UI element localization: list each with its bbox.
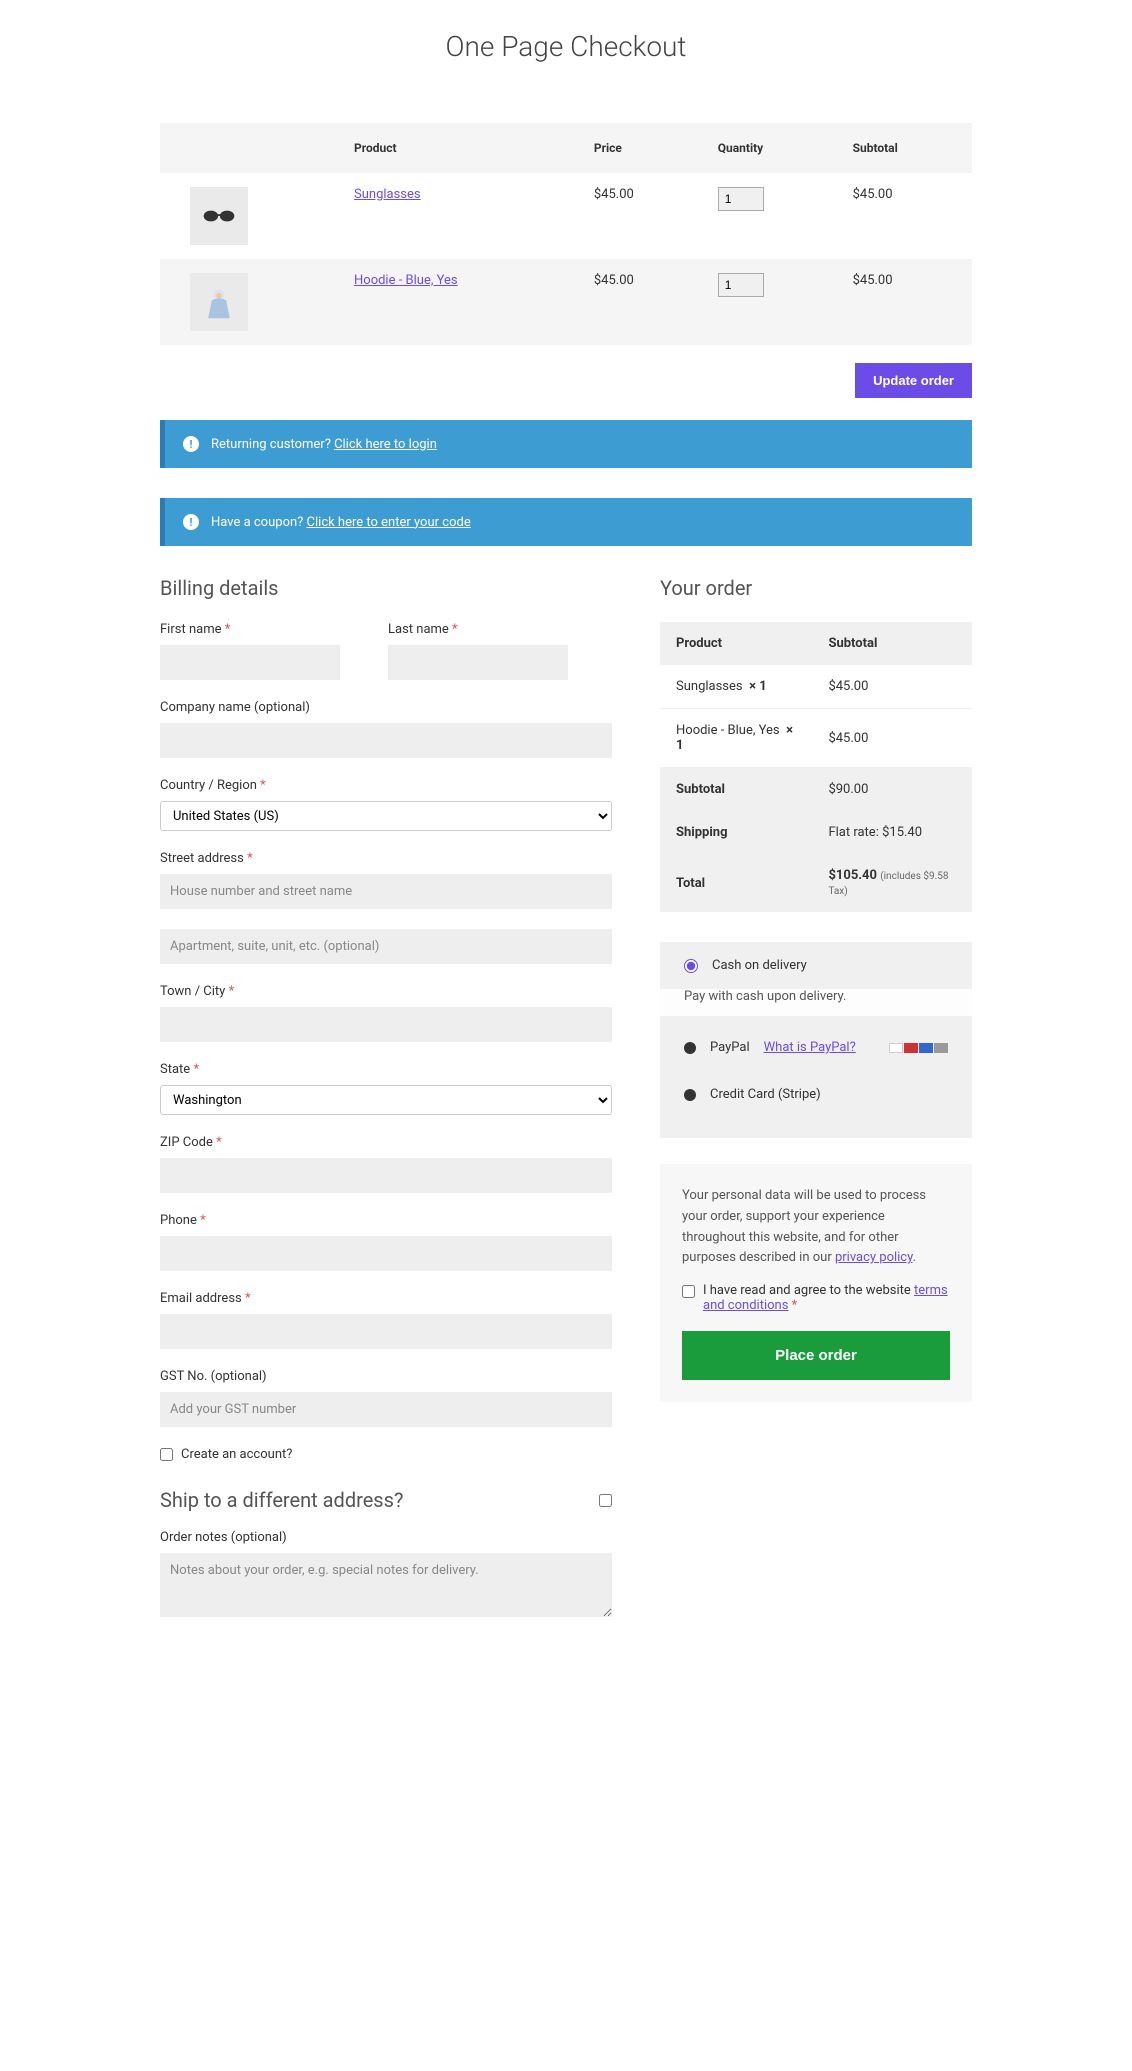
phone-label: Phone * <box>160 1213 612 1228</box>
payment-card-icons <box>889 1043 948 1053</box>
info-icon: ! <box>183 436 199 452</box>
product-thumb <box>190 273 248 331</box>
billing-heading: Billing details <box>160 576 612 600</box>
product-thumb <box>190 187 248 245</box>
order-subtotal-label: Subtotal <box>660 768 812 812</box>
order-line: Hoodie - Blue, Yes × 1 $45.00 <box>660 709 972 768</box>
order-notes-label: Order notes (optional) <box>160 1530 612 1545</box>
zip-input[interactable] <box>160 1158 612 1193</box>
product-link[interactable]: Sunglasses <box>354 187 421 202</box>
radio-dot-icon <box>684 1042 696 1054</box>
gst-input[interactable] <box>160 1392 612 1427</box>
order-total-label: Total <box>660 854 812 912</box>
cod-label: Cash on delivery <box>712 958 807 973</box>
first-name-label: First name * <box>160 622 340 637</box>
cod-description: Pay with cash upon delivery. <box>660 989 972 1016</box>
order-col-subtotal: Subtotal <box>812 622 972 665</box>
order-shipping-value: Flat rate: $15.40 <box>812 811 972 854</box>
hoodie-icon <box>201 284 237 320</box>
place-order-button[interactable]: Place order <box>682 1331 950 1380</box>
privacy-box: Your personal data will be used to proce… <box>660 1164 972 1402</box>
cod-radio[interactable] <box>684 959 698 973</box>
state-label: State * <box>160 1062 612 1077</box>
company-label: Company name (optional) <box>160 700 612 715</box>
returning-customer-notice: ! Returning customer? Click here to logi… <box>160 420 972 468</box>
zip-label: ZIP Code * <box>160 1135 612 1150</box>
product-subtotal: $45.00 <box>839 173 972 259</box>
product-price: $45.00 <box>580 173 704 259</box>
gst-label: GST No. (optional) <box>160 1369 612 1384</box>
phone-input[interactable] <box>160 1236 612 1271</box>
sunglasses-icon <box>201 198 237 234</box>
cart-col-product: Product <box>340 123 580 173</box>
cart-row: Sunglasses $45.00 $45.00 <box>160 173 972 259</box>
cart-col-subtotal: Subtotal <box>839 123 972 173</box>
pay-option-cod[interactable]: Cash on delivery <box>660 942 972 989</box>
terms-label: I have read and agree to the website ter… <box>703 1283 950 1313</box>
login-link[interactable]: Click here to login <box>334 437 437 452</box>
street-input[interactable] <box>160 874 612 909</box>
page-title: One Page Checkout <box>160 30 972 63</box>
last-name-input[interactable] <box>388 645 568 680</box>
coupon-text: Have a coupon? <box>211 515 307 530</box>
radio-dot-icon <box>684 1089 696 1101</box>
product-subtotal: $45.00 <box>839 259 972 345</box>
create-account-checkbox[interactable] <box>160 1448 173 1461</box>
returning-text: Returning customer? <box>211 437 334 452</box>
ship-different-checkbox[interactable] <box>599 1494 612 1507</box>
cart-table: Product Price Quantity Subtotal Sunglass… <box>160 123 972 345</box>
email-label: Email address * <box>160 1291 612 1306</box>
product-price: $45.00 <box>580 259 704 345</box>
coupon-notice: ! Have a coupon? Click here to enter you… <box>160 498 972 546</box>
last-name-label: Last name * <box>388 622 568 637</box>
cart-col-qty: Quantity <box>704 123 839 173</box>
order-subtotal-value: $90.00 <box>812 768 972 812</box>
stripe-label: Credit Card (Stripe) <box>710 1087 821 1102</box>
cart-col-price: Price <box>580 123 704 173</box>
order-summary-table: Product Subtotal Sunglasses × 1 $45.00 H… <box>660 622 972 912</box>
create-account-label: Create an account? <box>181 1447 292 1462</box>
ship-heading: Ship to a different address? <box>160 1488 403 1512</box>
country-label: Country / Region * <box>160 778 612 793</box>
cart-col-thumb <box>160 123 340 173</box>
order-shipping-label: Shipping <box>660 811 812 854</box>
state-select[interactable]: Washington <box>160 1085 612 1115</box>
paypal-label: PayPal <box>710 1040 750 1055</box>
privacy-policy-link[interactable]: privacy policy <box>835 1250 913 1265</box>
terms-checkbox[interactable] <box>682 1285 695 1298</box>
privacy-text: Your personal data will be used to proce… <box>682 1186 950 1269</box>
company-input[interactable] <box>160 723 612 758</box>
paypal-help-link[interactable]: What is PayPal? <box>764 1040 856 1055</box>
city-label: Town / City * <box>160 984 612 999</box>
email-input[interactable] <box>160 1314 612 1349</box>
order-col-product: Product <box>660 622 812 665</box>
payment-methods: Cash on delivery Pay with cash upon deli… <box>660 942 972 1138</box>
product-link[interactable]: Hoodie - Blue, Yes <box>354 273 458 288</box>
qty-input[interactable] <box>718 273 764 297</box>
order-heading: Your order <box>660 576 972 600</box>
coupon-link[interactable]: Click here to enter your code <box>307 515 471 530</box>
pay-option-stripe[interactable]: Credit Card (Stripe) <box>660 1071 972 1118</box>
pay-option-paypal[interactable]: PayPal What is PayPal? <box>660 1024 972 1071</box>
country-select[interactable]: United States (US) <box>160 801 612 831</box>
order-notes-input[interactable] <box>160 1553 612 1617</box>
cart-row: Hoodie - Blue, Yes $45.00 $45.00 <box>160 259 972 345</box>
update-order-button[interactable]: Update order <box>855 363 972 398</box>
info-icon: ! <box>183 514 199 530</box>
qty-input[interactable] <box>718 187 764 211</box>
street-label: Street address * <box>160 851 612 866</box>
city-input[interactable] <box>160 1007 612 1042</box>
first-name-input[interactable] <box>160 645 340 680</box>
street2-input[interactable] <box>160 929 612 964</box>
order-line: Sunglasses × 1 $45.00 <box>660 665 972 709</box>
order-total-value: $105.40 (includes $9.58 Tax) <box>812 854 972 912</box>
